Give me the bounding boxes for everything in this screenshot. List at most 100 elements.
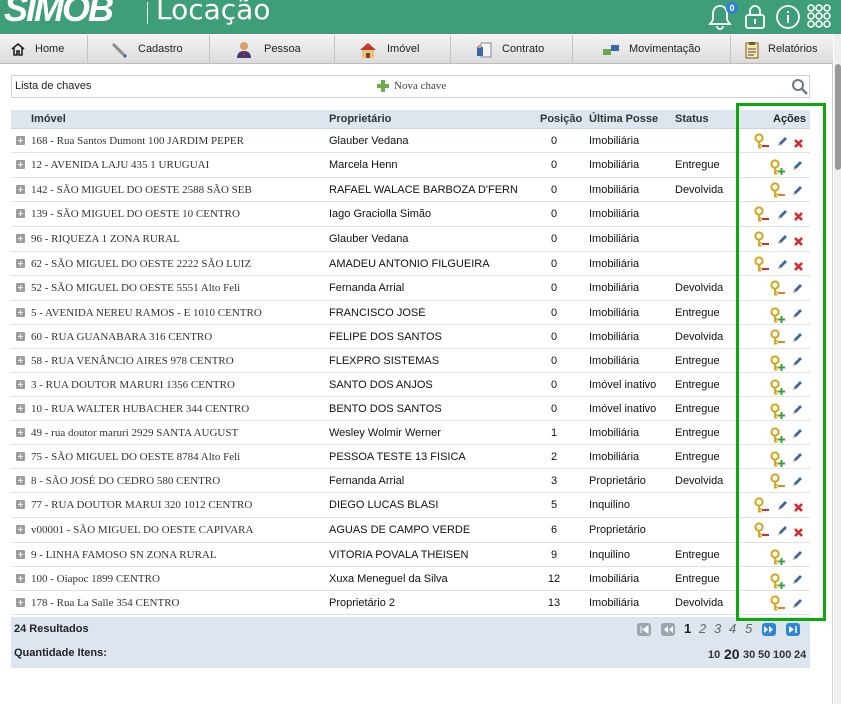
table-row[interactable]: 52 - SÃO MIGUEL DO OESTE 5551 Alto Feli F… <box>11 276 810 301</box>
remove-key-icon[interactable] <box>754 206 770 228</box>
edit-icon[interactable] <box>791 331 803 349</box>
table-row[interactable]: 10 - RUA WALTER HUBACHER 344 CENTRO BENTO… <box>11 397 810 421</box>
first-page-button[interactable] <box>637 623 651 636</box>
return-key-icon[interactable] <box>770 182 786 204</box>
edit-icon[interactable] <box>791 159 803 177</box>
table-row[interactable]: 142 - SÃO MIGUEL DO OESTE 2588 SÃO SEB RA… <box>11 178 810 202</box>
col-posicao[interactable]: Posição <box>540 113 582 125</box>
page-4[interactable]: 4 <box>729 621 736 636</box>
table-row[interactable]: 100 - Oiapoc 1899 CENTRO Xuxa Meneguel da… <box>11 567 810 591</box>
new-key-button[interactable]: Nova chave <box>376 79 446 93</box>
return-key-icon[interactable] <box>770 473 786 495</box>
expand-row-icon[interactable] <box>16 136 25 145</box>
page-size-30[interactable]: 30 <box>743 649 755 661</box>
remove-key-icon[interactable] <box>754 231 770 253</box>
table-row[interactable]: 62 - SÃO MIGUEL DO OESTE 2222 SÃO LUIZ AM… <box>11 252 810 276</box>
delete-icon[interactable] <box>793 209 804 227</box>
return-key-icon[interactable] <box>770 280 786 302</box>
delete-icon[interactable] <box>793 525 804 543</box>
expand-row-icon[interactable] <box>16 476 25 485</box>
edit-icon[interactable] <box>776 135 788 153</box>
delete-icon[interactable] <box>793 136 804 154</box>
expand-row-icon[interactable] <box>16 332 25 341</box>
edit-icon[interactable] <box>791 573 803 591</box>
edit-icon[interactable] <box>791 355 803 373</box>
col-status[interactable]: Status <box>675 113 709 125</box>
table-row[interactable]: v00001 - SÃO MIGUEL DO OESTE CAPIVARA AGU… <box>11 518 810 543</box>
menu-item-home[interactable]: Home <box>0 35 88 64</box>
page-size-24[interactable]: 24 <box>794 649 806 661</box>
menu-item-pessoa[interactable]: Pessoa <box>210 35 335 64</box>
page-3[interactable]: 3 <box>714 621 721 636</box>
col-imovel[interactable]: Imóvel <box>31 113 66 125</box>
remove-key-icon[interactable] <box>754 497 770 519</box>
table-row[interactable]: 49 - rua doutor maruri 2929 SANTA AUGUST… <box>11 421 810 445</box>
expand-row-icon[interactable] <box>16 404 25 413</box>
menu-item-movimentacao[interactable]: Movimentação <box>573 35 731 64</box>
search-icon[interactable] <box>791 78 808 95</box>
col-proprietario[interactable]: Proprietário <box>329 113 391 125</box>
page-size-10[interactable]: 10 <box>708 649 720 661</box>
edit-icon[interactable] <box>791 379 803 397</box>
expand-row-icon[interactable] <box>16 550 25 559</box>
edit-icon[interactable] <box>791 451 803 469</box>
expand-row-icon[interactable] <box>16 234 25 243</box>
table-row[interactable]: 5 - AVENIDA NEREU RAMOS - E 1010 CENTRO F… <box>11 301 810 325</box>
page-1[interactable]: 1 <box>684 621 691 636</box>
table-row[interactable]: 12 - AVENIDA LAJU 435 1 URUGUAI Marcela H… <box>11 153 810 178</box>
expand-row-icon[interactable] <box>16 185 25 194</box>
menu-item-relatorios[interactable]: Relatórios <box>731 35 833 64</box>
delete-icon[interactable] <box>793 500 804 518</box>
edit-icon[interactable] <box>791 549 803 567</box>
last-page-button[interactable] <box>786 623 800 636</box>
expand-row-icon[interactable] <box>16 308 25 317</box>
edit-icon[interactable] <box>791 403 803 421</box>
edit-icon[interactable] <box>791 307 803 325</box>
remove-key-icon[interactable] <box>754 522 770 544</box>
edit-icon[interactable] <box>776 233 788 251</box>
edit-icon[interactable] <box>791 282 803 300</box>
expand-row-icon[interactable] <box>16 500 25 509</box>
expand-row-icon[interactable] <box>16 160 25 169</box>
table-row[interactable]: 168 - Rua Santos Dumont 100 JARDIM PEPER… <box>11 129 810 153</box>
edit-icon[interactable] <box>776 499 788 517</box>
delete-icon[interactable] <box>793 234 804 252</box>
table-row[interactable]: 96 - RIQUEZA 1 ZONA RURAL Glauber Vedana 0… <box>11 227 810 252</box>
menu-item-contrato[interactable]: Contrato <box>451 35 573 64</box>
return-key-icon[interactable] <box>770 595 786 617</box>
edit-icon[interactable] <box>776 208 788 226</box>
return-key-icon[interactable] <box>770 329 786 351</box>
edit-icon[interactable] <box>776 524 788 542</box>
table-row[interactable]: 9 - LINHA FAMOSO SN ZONA RURAL VITORIA PO… <box>11 543 810 567</box>
edit-icon[interactable] <box>791 597 803 615</box>
prev-page-button[interactable] <box>661 623 675 636</box>
remove-key-icon[interactable] <box>754 256 770 278</box>
expand-row-icon[interactable] <box>16 452 25 461</box>
expand-row-icon[interactable] <box>16 209 25 218</box>
edit-icon[interactable] <box>776 258 788 276</box>
page-2[interactable]: 2 <box>699 621 706 636</box>
menu-item-imovel[interactable]: Imóvel <box>335 35 451 64</box>
edit-icon[interactable] <box>791 427 803 445</box>
expand-row-icon[interactable] <box>16 380 25 389</box>
col-ultima-posse[interactable]: Última Posse <box>589 113 658 125</box>
expand-row-icon[interactable] <box>16 525 25 534</box>
next-page-button[interactable] <box>762 623 776 636</box>
expand-row-icon[interactable] <box>16 259 25 268</box>
apps-grid-icon[interactable] <box>806 3 832 31</box>
page-size-50[interactable]: 50 <box>758 649 770 661</box>
page-5[interactable]: 5 <box>745 621 752 636</box>
expand-row-icon[interactable] <box>16 283 25 292</box>
table-row[interactable]: 3 - RUA DOUTOR MARURI 1356 CENTRO SANTO D… <box>11 373 810 397</box>
table-row[interactable]: 139 - SÃO MIGUEL DO OESTE 10 CENTRO Iago … <box>11 202 810 227</box>
table-row[interactable]: 178 - Rua La Salle 354 CENTRO Proprietári… <box>11 591 810 615</box>
delete-icon[interactable] <box>793 259 804 277</box>
expand-row-icon[interactable] <box>16 574 25 583</box>
menu-item-cadastro[interactable]: Cadastro <box>88 35 210 64</box>
expand-row-icon[interactable] <box>16 428 25 437</box>
edit-icon[interactable] <box>791 184 803 202</box>
expand-row-icon[interactable] <box>16 598 25 607</box>
table-row[interactable]: 60 - RUA GUANABARA 316 CENTRO FELIPE DOS … <box>11 325 810 349</box>
page-size-20[interactable]: 20 <box>724 646 740 662</box>
lock-icon[interactable] <box>742 3 768 31</box>
